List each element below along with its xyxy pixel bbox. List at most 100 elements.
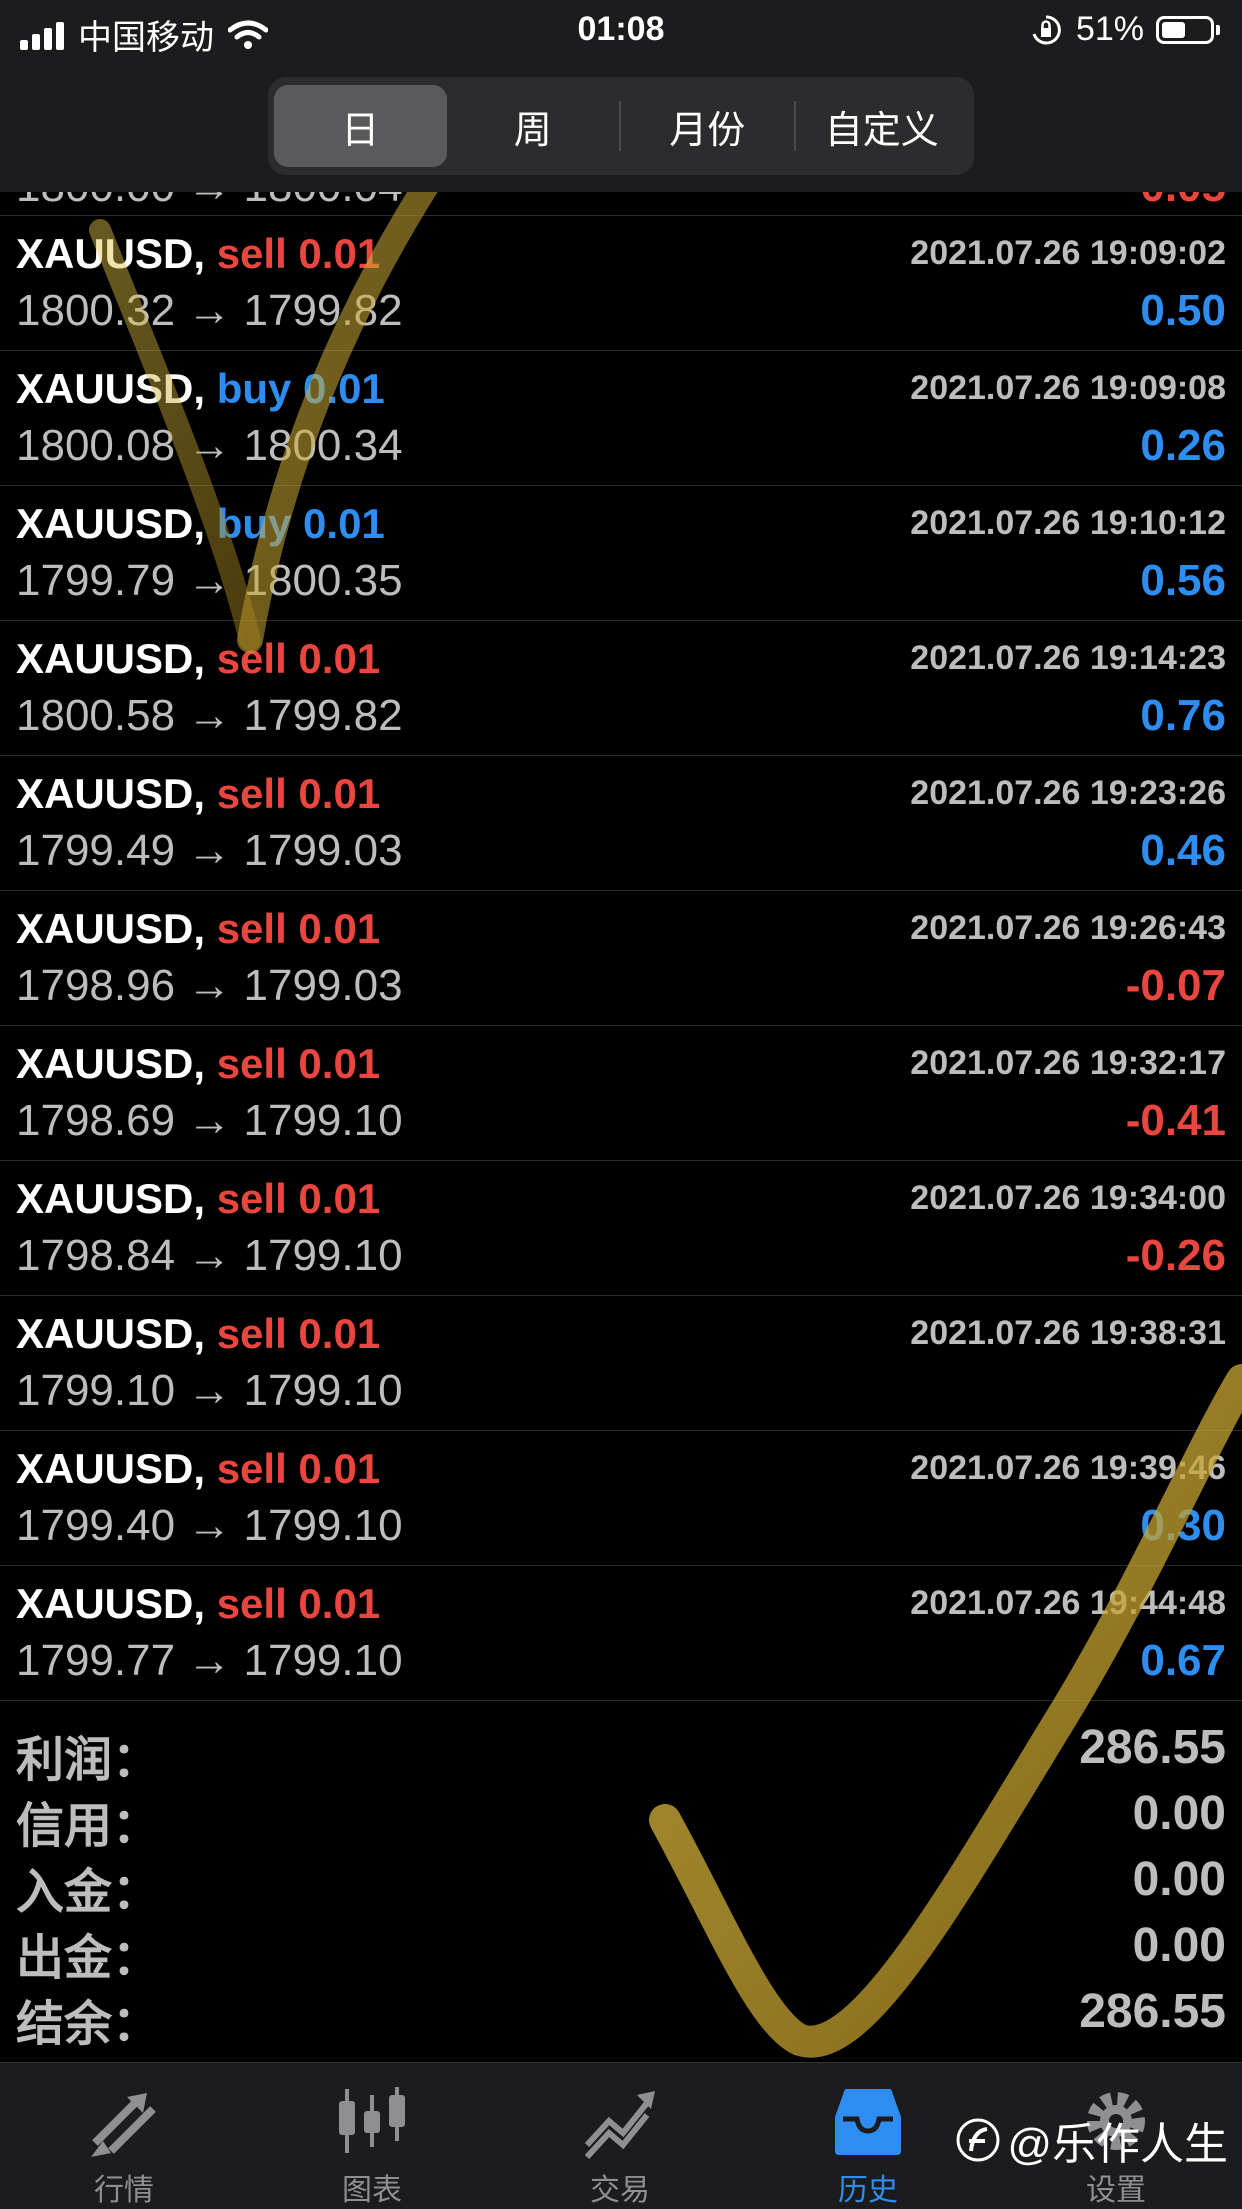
tab-label: 图表 bbox=[342, 2174, 402, 2207]
trade-prices: 1800.00 → 1800.04 bbox=[16, 192, 403, 212]
trade-profit: 0.67 bbox=[1140, 1636, 1226, 1685]
trade-row[interactable]: XAUUSD, buy 0.01 2021.07.26 19:09:08 1800.… bbox=[0, 351, 1242, 486]
summary-row: 出金： 0.00 bbox=[0, 1918, 1242, 1985]
trade-time: 2021.07.26 19:09:02 bbox=[910, 234, 1226, 272]
trade-side: sell 0.01 bbox=[216, 230, 381, 277]
trade-profit: 0.46 bbox=[1140, 826, 1226, 875]
trade-side: sell 0.01 bbox=[216, 905, 381, 952]
trade-row[interactable]: XAUUSD, sell 0.01 2021.07.26 19:26:43 1798… bbox=[0, 891, 1242, 1026]
trade-row[interactable]: XAUUSD, sell 0.01 2021.07.26 19:34:00 1798… bbox=[0, 1161, 1242, 1296]
trade-prices: 1799.40 → 1799.10 bbox=[16, 1501, 403, 1550]
trade-symbol: XAUUSD, bbox=[16, 500, 206, 547]
trade-row[interactable]: XAUUSD, sell 0.01 2021.07.26 19:23:26 1799… bbox=[0, 756, 1242, 891]
trade-prices: 1800.58 → 1799.82 bbox=[16, 691, 403, 740]
summary-label: 入金： bbox=[16, 1866, 161, 1919]
header: 中国移动 01:08 51% 日 周 月份 自定义 bbox=[0, 0, 1242, 192]
summary-value: 286.55 bbox=[1079, 1985, 1226, 2038]
trade-time: 2021.07.26 19:32:17 bbox=[910, 1044, 1226, 1082]
summary-row: 信用： 0.00 bbox=[0, 1786, 1242, 1853]
trade-profit: 0.50 bbox=[1140, 286, 1226, 335]
battery-percent: 51% bbox=[1075, 10, 1144, 48]
trade-title: XAUUSD, buy 0.01 bbox=[16, 500, 385, 548]
trade-side: sell 0.01 bbox=[216, 1310, 381, 1357]
trade-symbol: XAUUSD, bbox=[16, 1445, 206, 1492]
segment-week[interactable]: 周 bbox=[447, 85, 620, 167]
trade-symbol: XAUUSD, bbox=[16, 365, 206, 412]
watermark: @乐作人生 bbox=[955, 2108, 1228, 2172]
trade-title: XAUUSD, sell 0.01 bbox=[16, 1175, 380, 1223]
tab-label: 行情 bbox=[94, 2174, 154, 2207]
tab-trade[interactable]: 交易 bbox=[496, 2063, 744, 2209]
trade-symbol: XAUUSD, bbox=[16, 230, 206, 277]
trade-time: 2021.07.26 19:34:00 bbox=[910, 1179, 1226, 1217]
summary-value: 0.00 bbox=[1132, 1919, 1226, 1972]
trade-row-partial[interactable]: 1800.00 → 1800.04 0.05 bbox=[0, 192, 1242, 216]
rotation-lock-icon bbox=[1032, 14, 1061, 44]
trade-side: sell 0.01 bbox=[216, 1580, 381, 1627]
tab-label: 历史 bbox=[838, 2174, 898, 2207]
battery-icon bbox=[1156, 15, 1220, 44]
trade-title: XAUUSD, sell 0.01 bbox=[16, 1580, 380, 1628]
trade-prices: 1800.32 → 1799.82 bbox=[16, 286, 403, 335]
watermark-logo-icon bbox=[956, 2118, 1000, 2162]
status-bar: 中国移动 01:08 51% bbox=[0, 0, 1242, 62]
trade-side: sell 0.01 bbox=[216, 1175, 381, 1222]
segment-custom[interactable]: 自定义 bbox=[796, 85, 969, 167]
trade-prices: 1799.77 → 1799.10 bbox=[16, 1636, 403, 1685]
summary-value: 0.00 bbox=[1132, 1853, 1226, 1906]
trade-profit: 0.56 bbox=[1140, 556, 1226, 605]
period-segmented-control: 日 周 月份 自定义 bbox=[268, 77, 974, 175]
trade-chart-icon bbox=[584, 2091, 655, 2160]
trade-row[interactable]: XAUUSD, sell 0.01 2021.07.26 19:39:46 1799… bbox=[0, 1431, 1242, 1566]
trade-title: XAUUSD, sell 0.01 bbox=[16, 1310, 380, 1358]
trade-row[interactable]: XAUUSD, buy 0.01 2021.07.26 19:10:12 1799.… bbox=[0, 486, 1242, 621]
trade-symbol: XAUUSD, bbox=[16, 905, 206, 952]
trade-side: sell 0.01 bbox=[216, 1040, 381, 1087]
trade-title: XAUUSD, sell 0.01 bbox=[16, 1445, 380, 1493]
trade-title: XAUUSD, sell 0.01 bbox=[16, 905, 380, 953]
summary-label: 信用： bbox=[16, 1800, 161, 1853]
summary-row: 入金： 0.00 bbox=[0, 1852, 1242, 1919]
trade-side: buy 0.01 bbox=[216, 365, 385, 412]
trade-symbol: XAUUSD, bbox=[16, 770, 206, 817]
trade-row[interactable]: XAUUSD, sell 0.01 2021.07.26 19:44:48 1799… bbox=[0, 1566, 1242, 1701]
trade-row[interactable]: XAUUSD, sell 0.01 2021.07.26 19:32:17 1798… bbox=[0, 1026, 1242, 1161]
trade-title: XAUUSD, sell 0.01 bbox=[16, 1040, 380, 1088]
trade-time: 2021.07.26 19:26:43 bbox=[910, 909, 1226, 947]
trade-profit: -0.26 bbox=[1125, 1231, 1226, 1280]
trade-side: sell 0.01 bbox=[216, 770, 381, 817]
trade-time: 2021.07.26 19:10:12 bbox=[910, 504, 1226, 542]
segment-month[interactable]: 月份 bbox=[621, 85, 794, 167]
segment-day[interactable]: 日 bbox=[274, 85, 447, 167]
trade-side: sell 0.01 bbox=[216, 635, 381, 682]
trade-row[interactable]: XAUUSD, sell 0.01 2021.07.26 19:14:23 1800… bbox=[0, 621, 1242, 756]
trade-title: XAUUSD, sell 0.01 bbox=[16, 230, 380, 278]
trade-history-list[interactable]: 1800.00 → 1800.04 0.05 XAUUSD, sell 0.01… bbox=[0, 192, 1242, 1701]
history-inbox-icon bbox=[835, 2089, 901, 2155]
summary-row: 利润： 286.55 bbox=[0, 1720, 1242, 1787]
trade-prices: 1798.96 → 1799.03 bbox=[16, 961, 403, 1010]
trade-profit: -0.07 bbox=[1125, 961, 1226, 1010]
tab-quotes[interactable]: 行情 bbox=[0, 2063, 248, 2209]
trade-title: XAUUSD, buy 0.01 bbox=[16, 365, 385, 413]
trade-symbol: XAUUSD, bbox=[16, 1580, 206, 1627]
trade-prices: 1799.79 → 1800.35 bbox=[16, 556, 403, 605]
trade-time: 2021.07.26 19:38:31 bbox=[910, 1314, 1226, 1352]
summary-label: 出金： bbox=[16, 1932, 161, 1985]
trade-profit: 0.30 bbox=[1140, 1501, 1226, 1550]
tab-label: 交易 bbox=[590, 2174, 650, 2207]
tab-chart[interactable]: 图表 bbox=[248, 2063, 496, 2209]
trade-row[interactable]: XAUUSD, sell 0.01 2021.07.26 19:38:31 1799… bbox=[0, 1296, 1242, 1431]
battery-fill bbox=[1162, 21, 1186, 38]
trade-symbol: XAUUSD, bbox=[16, 635, 206, 682]
summary-value: 286.55 bbox=[1079, 1721, 1226, 1774]
trade-row[interactable]: XAUUSD, sell 0.01 2021.07.26 19:09:02 1800… bbox=[0, 216, 1242, 351]
status-right: 51% bbox=[1030, 10, 1220, 49]
trade-symbol: XAUUSD, bbox=[16, 1175, 206, 1222]
trade-time: 2021.07.26 19:39:46 bbox=[910, 1449, 1226, 1487]
trade-profit: -0.41 bbox=[1125, 1096, 1226, 1145]
trade-profit: 0.26 bbox=[1140, 421, 1226, 470]
trade-prices: 1798.69 → 1799.10 bbox=[16, 1096, 403, 1145]
trade-prices: 1798.84 → 1799.10 bbox=[16, 1231, 403, 1280]
summary-label: 结余： bbox=[16, 1998, 161, 2051]
